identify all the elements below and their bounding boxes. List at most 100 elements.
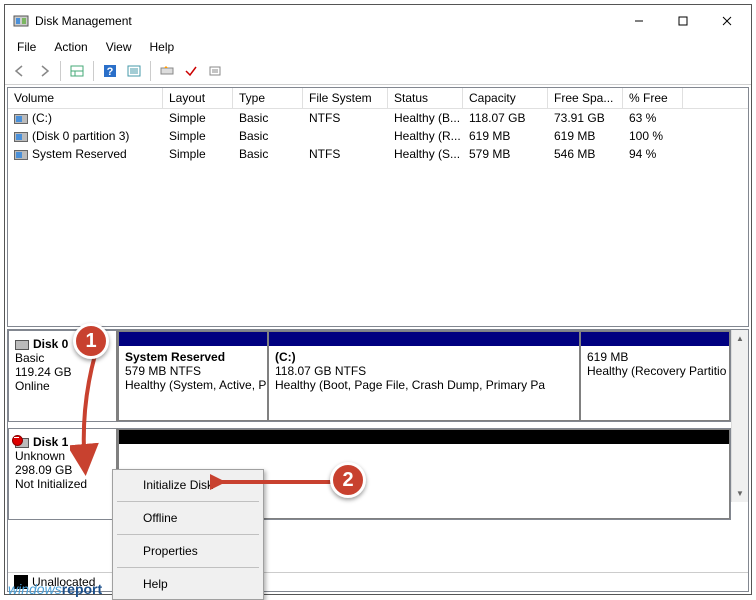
toolbar: ? xyxy=(5,57,751,85)
col-layout[interactable]: Layout xyxy=(163,88,233,108)
col-status[interactable]: Status xyxy=(388,88,463,108)
close-button[interactable] xyxy=(705,6,749,36)
volume-list-header: Volume Layout Type File System Status Ca… xyxy=(8,88,748,109)
cell: 619 MB xyxy=(548,128,623,144)
col-free[interactable]: Free Spa... xyxy=(548,88,623,108)
cell: Basic xyxy=(233,110,303,126)
volume-name: System Reserved xyxy=(32,147,127,161)
minimize-button[interactable] xyxy=(617,6,661,36)
partition-size: 118.07 GB NTFS xyxy=(275,364,573,378)
volume-icon xyxy=(14,132,28,142)
volume-row[interactable]: System Reserved Simple Basic NTFS Health… xyxy=(8,145,748,163)
menu-bar: File Action View Help xyxy=(5,37,751,57)
scroll-down-icon[interactable]: ▼ xyxy=(732,485,748,502)
cell: NTFS xyxy=(303,110,388,126)
scroll-up-icon[interactable]: ▲ xyxy=(732,330,748,347)
col-spacer xyxy=(683,88,748,108)
volume-icon xyxy=(14,150,28,160)
layout-button[interactable] xyxy=(66,60,88,82)
partition-status: Healthy (Recovery Partitio xyxy=(587,364,723,378)
disk-name: Disk 0 xyxy=(33,337,68,351)
svg-text:?: ? xyxy=(107,66,114,78)
partition-c[interactable]: (C:) 118.07 GB NTFS Healthy (Boot, Page … xyxy=(268,331,580,421)
cell: 63 % xyxy=(623,110,683,126)
menu-properties[interactable]: Properties xyxy=(115,538,261,564)
settings-icon[interactable] xyxy=(204,60,226,82)
partition-color-bar xyxy=(581,332,729,346)
disk-name: Disk 1 xyxy=(33,435,68,449)
menu-help[interactable]: Help xyxy=(115,571,261,597)
partition-size: 619 MB xyxy=(587,350,723,364)
menu-separator xyxy=(117,501,259,502)
disk-error-icon xyxy=(15,438,29,448)
cell: Healthy (B... xyxy=(388,110,463,126)
toolbar-separator xyxy=(93,61,94,81)
partition-title: System Reserved xyxy=(125,350,261,364)
back-button[interactable] xyxy=(9,60,31,82)
volume-name: (Disk 0 partition 3) xyxy=(32,129,129,143)
partition-recovery[interactable]: 619 MB Healthy (Recovery Partitio xyxy=(580,331,730,421)
cell: Basic xyxy=(233,146,303,162)
col-type[interactable]: Type xyxy=(233,88,303,108)
cell: 579 MB xyxy=(463,146,548,162)
toolbar-separator xyxy=(150,61,151,81)
partition-title: (C:) xyxy=(275,350,573,364)
col-pct[interactable]: % Free xyxy=(623,88,683,108)
disk0-partitions: System Reserved 579 MB NTFS Healthy (Sys… xyxy=(118,330,731,422)
volume-list: Volume Layout Type File System Status Ca… xyxy=(7,87,749,327)
help-icon[interactable]: ? xyxy=(99,60,121,82)
partition-status: Healthy (System, Active, P xyxy=(125,378,261,392)
list-icon[interactable] xyxy=(123,60,145,82)
cell: Healthy (R... xyxy=(388,128,463,144)
check-icon[interactable] xyxy=(180,60,202,82)
col-filesystem[interactable]: File System xyxy=(303,88,388,108)
partition-status: Healthy (Boot, Page File, Crash Dump, Pr… xyxy=(275,378,573,392)
menu-help[interactable]: Help xyxy=(142,38,183,56)
cell: Simple xyxy=(163,146,233,162)
col-capacity[interactable]: Capacity xyxy=(463,88,548,108)
menu-separator xyxy=(117,567,259,568)
maximize-button[interactable] xyxy=(661,6,705,36)
annotation-badge-2: 2 xyxy=(330,462,366,498)
cell: Basic xyxy=(233,128,303,144)
menu-action[interactable]: Action xyxy=(46,38,95,56)
title-bar: Disk Management xyxy=(5,5,751,37)
cell: Simple xyxy=(163,110,233,126)
partition-color-bar xyxy=(119,430,729,444)
volume-row[interactable]: (Disk 0 partition 3) Simple Basic Health… xyxy=(8,127,748,145)
watermark: windowsreport xyxy=(8,581,102,597)
volume-icon xyxy=(14,114,28,124)
cell: 619 MB xyxy=(463,128,548,144)
annotation-arrow-1 xyxy=(70,350,110,480)
col-volume[interactable]: Volume xyxy=(8,88,163,108)
partition-color-bar xyxy=(119,332,267,346)
refresh-icon[interactable] xyxy=(156,60,178,82)
cell: NTFS xyxy=(303,146,388,162)
cell: 94 % xyxy=(623,146,683,162)
menu-separator xyxy=(117,534,259,535)
disk-row-0: Disk 0 Basic 119.24 GB Online System Res… xyxy=(8,330,731,422)
window-title: Disk Management xyxy=(35,14,617,28)
cell: 73.91 GB xyxy=(548,110,623,126)
menu-offline[interactable]: Offline xyxy=(115,505,261,531)
cell xyxy=(303,128,388,144)
annotation-badge-1: 1 xyxy=(73,323,109,359)
menu-view[interactable]: View xyxy=(98,38,140,56)
forward-button[interactable] xyxy=(33,60,55,82)
cell: Healthy (S... xyxy=(388,146,463,162)
volume-name: (C:) xyxy=(32,111,52,125)
cell: 546 MB xyxy=(548,146,623,162)
cell: Simple xyxy=(163,128,233,144)
toolbar-separator xyxy=(60,61,61,81)
vertical-scrollbar[interactable]: ▲ ▼ xyxy=(731,330,748,502)
menu-file[interactable]: File xyxy=(9,38,44,56)
partition-system-reserved[interactable]: System Reserved 579 MB NTFS Healthy (Sys… xyxy=(118,331,268,421)
volume-row[interactable]: (C:) Simple Basic NTFS Healthy (B... 118… xyxy=(8,109,748,127)
cell: 118.07 GB xyxy=(463,110,548,126)
cell: 100 % xyxy=(623,128,683,144)
app-icon xyxy=(13,13,29,29)
partition-size: 579 MB NTFS xyxy=(125,364,261,378)
annotation-arrow-2 xyxy=(210,472,340,492)
partition-color-bar xyxy=(269,332,579,346)
disk-icon xyxy=(15,340,29,350)
